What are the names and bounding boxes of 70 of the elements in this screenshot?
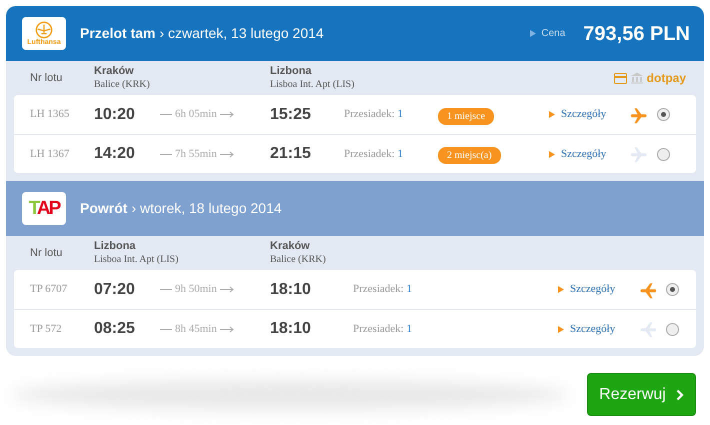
departure-time: 08:25 <box>94 319 136 339</box>
seats-badge: 2 miejsc(a) <box>438 142 549 166</box>
logo-text: TAP <box>28 199 60 218</box>
price-value: 793,56 PLN <box>583 22 690 46</box>
flight-duration: 8h 45min <box>175 322 217 337</box>
flight-number: LH 1367 <box>29 146 70 162</box>
flight-number: TP 572 <box>29 322 63 337</box>
triangle-icon <box>549 150 555 158</box>
section-title: Powrót <box>80 199 128 218</box>
flight-duration: 7h 55min <box>175 146 217 162</box>
arrival-city: Lizbona <box>270 65 313 78</box>
details-link[interactable]: Szczegóły <box>570 281 616 298</box>
flight-row[interactable]: LH 1367 14:20 7h 55min 21:15 Przesiadek: 1 2 miejsc(a) Szczegóły <box>14 134 696 173</box>
triangle-icon <box>558 286 564 293</box>
triangle-icon <box>558 326 564 332</box>
crane-icon <box>35 21 53 39</box>
departure-time: 14:20 <box>94 144 136 164</box>
arrival-time: 18:10 <box>270 280 312 300</box>
departure-city: Kraków <box>94 65 135 78</box>
flight-row[interactable]: TP 6707 07:20 9h 50min 18:10 Przesiadek: 1 Szczegóły <box>14 270 696 309</box>
arrival-time: 15:25 <box>270 104 312 124</box>
arrival-airport: Lisboa Int. Apt (LIS) <box>270 78 354 91</box>
details-link[interactable]: Szczegóły <box>570 320 616 338</box>
payment-brand: dotpay <box>646 70 686 87</box>
seats-badge: 1 miejsce <box>438 102 549 126</box>
details-link[interactable]: Szczegóły <box>561 146 606 162</box>
flight-row[interactable]: LH 1365 10:20 6h 05min 15:25 Przesiadek: 1 1 miejsce Szczegóły <box>14 95 696 134</box>
triangle-icon <box>549 111 555 118</box>
departure-airport: Balice (KRK) <box>94 78 151 91</box>
arrival-time: 21:15 <box>270 144 312 164</box>
stops-label: Przesiadek: 1 <box>344 146 404 162</box>
arrival-city: Kraków <box>270 240 311 253</box>
book-button[interactable]: Rezerwuj <box>587 373 696 416</box>
triangle-icon <box>530 30 536 37</box>
flight-number: TP 6707 <box>29 282 68 298</box>
dash-icon <box>160 328 172 330</box>
radio-button[interactable] <box>666 322 679 336</box>
price-label: Cena <box>541 27 566 41</box>
stops-label: Przesiadek: 1 <box>353 322 413 337</box>
dash-icon <box>160 152 172 156</box>
bank-icon <box>630 72 644 84</box>
arrow-right-icon <box>220 150 234 158</box>
arrival-time: 18:10 <box>270 319 312 339</box>
arrow-right-icon <box>220 286 234 293</box>
flight-row[interactable]: TP 572 08:25 8h 45min 18:10 Przesiadek: 1 Szczegóły <box>14 309 696 348</box>
flight-number: LH 1365 <box>29 107 70 122</box>
departure-time: 07:20 <box>94 280 136 300</box>
arrow-right-icon <box>220 111 234 118</box>
departure-city: Lizbona <box>94 240 137 253</box>
radio-button[interactable] <box>657 148 670 160</box>
radio-button[interactable] <box>666 283 679 296</box>
section-title: Przelot tam <box>80 24 156 43</box>
radio-button[interactable] <box>657 108 670 121</box>
card-icon <box>614 72 627 84</box>
dash-icon <box>160 288 172 291</box>
departure-airport: Lisboa Int. Apt (LIS) <box>94 253 180 266</box>
stops-label: Przesiadek: 1 <box>344 107 404 122</box>
details-link[interactable]: Szczegóły <box>561 106 606 123</box>
arrow-right-icon <box>220 326 234 332</box>
section-date: › wtorek, 18 lutego 2014 <box>131 199 282 218</box>
chevron-right-icon <box>676 388 684 400</box>
flight-duration: 9h 50min <box>175 282 217 298</box>
arrival-airport: Balice (KRK) <box>270 253 326 266</box>
column-header: Nr lotu <box>29 70 64 86</box>
flight-duration: 6h 05min <box>175 107 217 122</box>
stops-label: Przesiadek: 1 <box>353 282 413 298</box>
column-header: Nr lotu <box>29 246 64 261</box>
dash-icon <box>160 113 172 116</box>
departure-time: 10:20 <box>94 104 136 124</box>
section-date: › czwartek, 13 lutego 2014 <box>159 24 324 43</box>
